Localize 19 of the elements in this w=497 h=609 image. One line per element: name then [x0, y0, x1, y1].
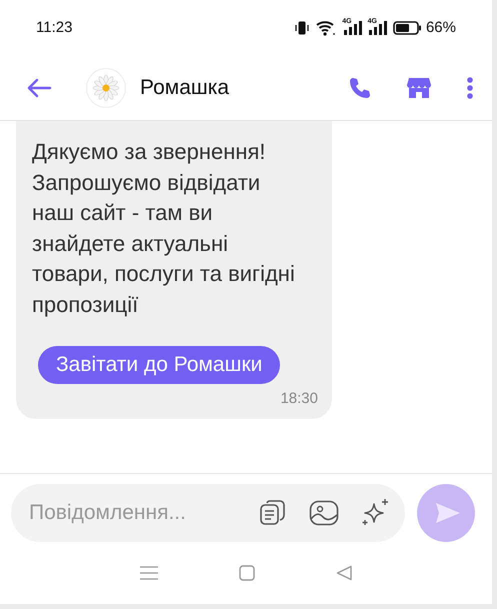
message-text: Дякуємо за звернення! Запрошуємо відвідати наш сайт - там ви знайдете актуальні товари, послуги та вигідні пропозиції [32, 138, 296, 319]
status-time: 11:23 [36, 19, 72, 36]
battery-percent: 66% [426, 19, 456, 36]
sparkle-icon[interactable] [361, 498, 391, 528]
image-icon[interactable] [309, 500, 339, 526]
menu-icon[interactable] [140, 566, 158, 580]
more-icon[interactable] [466, 76, 474, 98]
home-icon[interactable] [238, 565, 255, 581]
vibrate-icon [294, 20, 310, 34]
chat-title: Ромашка [140, 76, 230, 100]
visit-button[interactable]: Завітати до Ромашки [38, 346, 280, 384]
wifi-icon [316, 20, 336, 36]
back-arrow-icon[interactable] [26, 78, 52, 98]
avatar-daisy-icon [86, 68, 126, 108]
battery-icon [392, 20, 422, 34]
message-input[interactable]: Повідомлення... [27, 500, 237, 526]
message-time: 18:30 [280, 390, 318, 407]
document-icon[interactable] [259, 500, 287, 526]
back-icon[interactable] [336, 565, 352, 581]
